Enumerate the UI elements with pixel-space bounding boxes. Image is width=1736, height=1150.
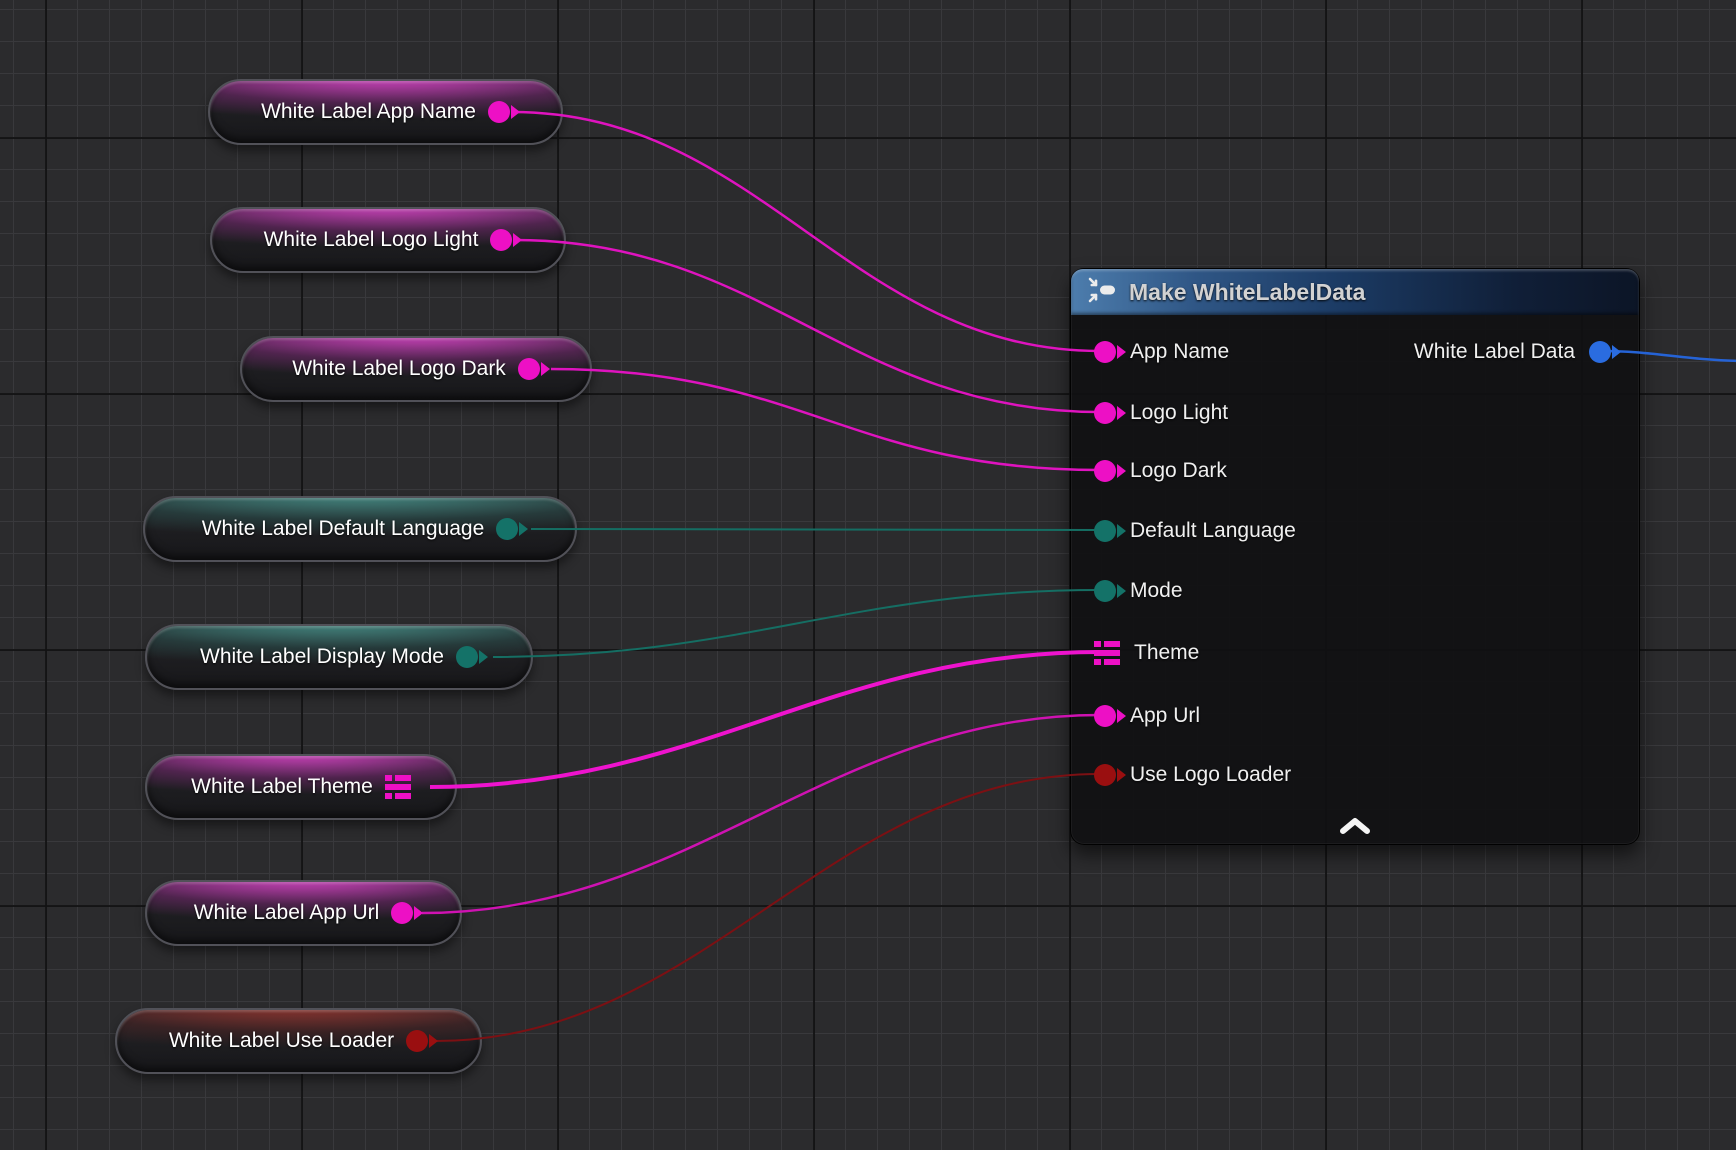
input-row-logo-dark: Logo Dark	[1094, 455, 1227, 487]
input-pin-bool[interactable]	[1094, 764, 1116, 786]
getter-node-white-label-logo-dark[interactable]: White Label Logo Dark	[240, 336, 592, 402]
pin-label: Use Logo Loader	[1130, 763, 1291, 787]
output-pin-enum[interactable]	[456, 646, 478, 668]
pin-label: Default Language	[1130, 519, 1296, 543]
input-row-mode: Mode	[1094, 575, 1183, 607]
output-pin-string[interactable]	[488, 101, 510, 123]
output-pin-string[interactable]	[391, 902, 413, 924]
pin-label: Theme	[1134, 641, 1199, 665]
wire-app-url[interactable]	[422, 715, 1100, 913]
output-pin-string[interactable]	[490, 229, 512, 251]
input-pin-string[interactable]	[1094, 341, 1116, 363]
getter-node-white-label-default-language[interactable]: White Label Default Language	[143, 496, 577, 562]
output-row-white-label-data: White Label Data	[1414, 336, 1611, 368]
wire-theme[interactable]	[430, 652, 1100, 787]
pin-label: Mode	[1130, 579, 1183, 603]
wire-logo-light[interactable]	[515, 240, 1100, 412]
input-row-default-language: Default Language	[1094, 515, 1296, 547]
getter-node-white-label-app-url[interactable]: White Label App Url	[145, 880, 462, 946]
getter-node-white-label-logo-light[interactable]: White Label Logo Light	[210, 207, 566, 273]
input-row-logo-light: Logo Light	[1094, 397, 1228, 429]
getter-node-white-label-theme[interactable]: White Label Theme	[145, 754, 457, 820]
input-pin-enum[interactable]	[1094, 520, 1116, 542]
struct-pin-icon[interactable]	[1094, 640, 1120, 666]
input-row-theme: Theme	[1094, 637, 1199, 669]
input-pin-string[interactable]	[1094, 705, 1116, 727]
output-pin-struct[interactable]	[1589, 341, 1611, 363]
getter-label: White Label Display Mode	[200, 645, 444, 669]
getter-label: White Label Use Loader	[169, 1029, 394, 1053]
wire-app-name[interactable]	[512, 112, 1100, 351]
make-whitelabeldata-node[interactable]: Make WhiteLabelData App Name Logo Light …	[1070, 268, 1640, 845]
pin-label: White Label Data	[1414, 340, 1575, 364]
node-header[interactable]: Make WhiteLabelData	[1071, 269, 1639, 315]
getter-label: White Label Logo Light	[264, 228, 479, 252]
wire-default-language[interactable]	[531, 529, 1100, 530]
wire-mode[interactable]	[493, 590, 1100, 657]
getter-label: White Label App Url	[194, 901, 380, 925]
struct-pin-icon[interactable]	[385, 774, 411, 800]
getter-label: White Label Theme	[191, 775, 373, 799]
wire-use-loader[interactable]	[435, 774, 1100, 1041]
output-pin-string[interactable]	[518, 358, 540, 380]
blueprint-graph-canvas[interactable]: White Label App Name White Label Logo Li…	[0, 0, 1736, 1150]
wire-logo-dark[interactable]	[551, 369, 1100, 470]
getter-label: White Label Logo Dark	[292, 357, 506, 381]
pin-label: App Name	[1130, 340, 1229, 364]
input-row-app-url: App Url	[1094, 700, 1200, 732]
node-title: Make WhiteLabelData	[1129, 279, 1365, 306]
input-pin-string[interactable]	[1094, 402, 1116, 424]
pin-label: App Url	[1130, 704, 1200, 728]
pin-label: Logo Light	[1130, 401, 1228, 425]
input-pin-enum[interactable]	[1094, 580, 1116, 602]
input-row-use-logo-loader: Use Logo Loader	[1094, 759, 1291, 791]
getter-node-white-label-use-loader[interactable]: White Label Use Loader	[115, 1008, 482, 1074]
make-struct-icon	[1087, 276, 1117, 309]
input-pin-string[interactable]	[1094, 460, 1116, 482]
getter-label: White Label App Name	[261, 100, 476, 124]
chevron-up-icon[interactable]	[1338, 817, 1372, 837]
getter-node-white-label-display-mode[interactable]: White Label Display Mode	[145, 624, 533, 690]
getter-node-white-label-app-name[interactable]: White Label App Name	[208, 79, 563, 145]
output-pin-bool[interactable]	[406, 1030, 428, 1052]
pin-label: Logo Dark	[1130, 459, 1227, 483]
input-row-app-name: App Name	[1094, 336, 1229, 368]
getter-label: White Label Default Language	[202, 517, 485, 541]
output-pin-enum[interactable]	[496, 518, 518, 540]
